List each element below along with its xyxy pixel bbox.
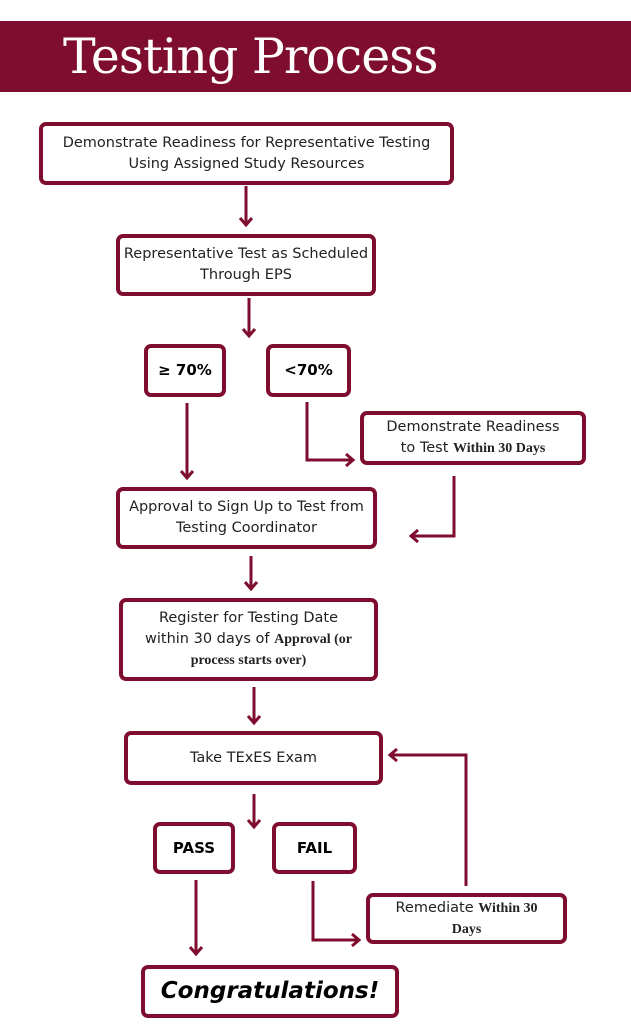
arrow-approval-to-register bbox=[243, 556, 259, 592]
congrats-label: Congratulations! bbox=[160, 978, 380, 1004]
step-text: Through EPS bbox=[200, 267, 292, 283]
page-title: Testing Process bbox=[63, 28, 439, 85]
step-text: Using Assigned Study Resources bbox=[128, 155, 365, 172]
arrow-pass-to-approval bbox=[179, 403, 195, 481]
step-text: Testing Coordinator bbox=[175, 520, 317, 536]
step-retry-readiness: Demonstrate Readiness to Test Within 30 … bbox=[360, 411, 586, 465]
step-text: to Test bbox=[400, 440, 453, 456]
step-text: Register for Testing Date bbox=[158, 610, 339, 626]
result-pass: PASS bbox=[153, 822, 235, 874]
result-label: FAIL bbox=[296, 838, 333, 857]
arrow-readiness-to-rep-test bbox=[238, 186, 254, 228]
step-text: Representative Test as Scheduled bbox=[123, 246, 369, 262]
step-text-emphasis: process starts over) bbox=[190, 653, 307, 668]
result-pass-threshold: ≥ 70% bbox=[144, 344, 226, 397]
step-register: Register for Testing Date within 30 days… bbox=[119, 598, 378, 681]
step-text-emphasis: Within 30 bbox=[478, 900, 538, 916]
step-take-exam: Take TExES Exam bbox=[124, 731, 383, 785]
result-label: ≥ 70% bbox=[158, 361, 212, 379]
step-remediate: Remediate Within 30 Days bbox=[366, 893, 567, 944]
step-congratulations: Congratulations! bbox=[141, 965, 399, 1018]
arrow-remediate-to-exam bbox=[387, 747, 468, 886]
step-text-emphasis: Days bbox=[451, 921, 482, 937]
step-representative-test: Representative Test as Scheduled Through… bbox=[116, 234, 376, 296]
step-text-emphasis: Within 30 Days bbox=[453, 441, 546, 456]
result-below-threshold: <70% bbox=[266, 344, 351, 397]
arrow-fail-to-remediate bbox=[311, 881, 362, 948]
step-approval: Approval to Sign Up to Test from Testing… bbox=[116, 487, 377, 549]
step-text-emphasis: Approval (or bbox=[274, 632, 352, 647]
arrow-register-to-exam bbox=[246, 687, 262, 726]
step-text: Demonstrate Readiness for Representative… bbox=[62, 134, 431, 151]
result-label: PASS bbox=[172, 838, 216, 857]
step-text: Demonstrate Readiness bbox=[386, 419, 560, 435]
step-text: within 30 days of bbox=[145, 631, 275, 647]
arrow-fail-to-retry bbox=[305, 402, 356, 468]
header-banner: Testing Process bbox=[0, 21, 631, 92]
step-demonstrate-readiness: Demonstrate Readiness for Representative… bbox=[39, 122, 454, 185]
arrow-exam-to-results bbox=[246, 794, 262, 830]
result-label: <70% bbox=[284, 361, 333, 379]
arrow-pass-to-congrats bbox=[188, 880, 204, 957]
arrow-rep-test-to-results bbox=[241, 298, 257, 339]
step-text: Remediate bbox=[395, 899, 479, 916]
arrow-retry-to-approval bbox=[408, 476, 456, 544]
result-fail: FAIL bbox=[272, 822, 357, 874]
step-text: Take TExES Exam bbox=[189, 749, 318, 766]
step-text: Approval to Sign Up to Test from bbox=[129, 499, 364, 515]
